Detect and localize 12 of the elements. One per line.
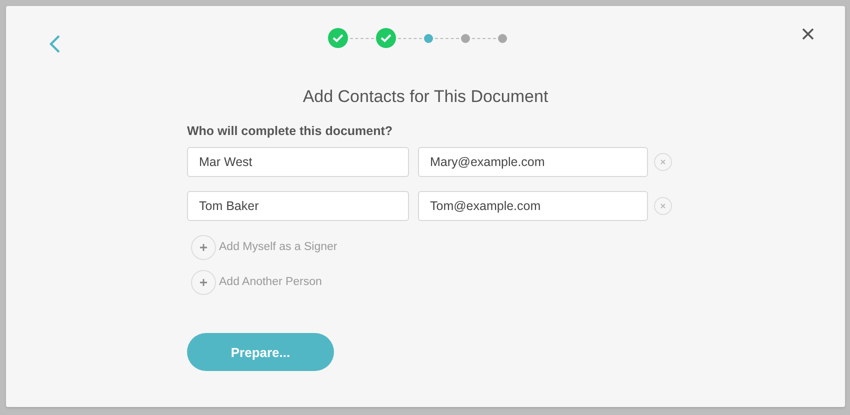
name-field[interactable]: Mar West: [187, 147, 409, 178]
plus-icon[interactable]: [191, 270, 216, 296]
remove-icon[interactable]: [654, 153, 672, 172]
back-icon[interactable]: [49, 35, 61, 53]
dialog-title: Add Contacts for This Document: [302, 86, 548, 108]
remove-icon[interactable]: [654, 197, 672, 216]
question-label: Who will complete this document?: [187, 122, 394, 140]
close-icon[interactable]: [802, 28, 814, 40]
email-field[interactable]: Mary@example.com: [418, 147, 648, 178]
name-field[interactable]: Tom Baker: [187, 191, 409, 222]
email-field[interactable]: Tom@example.com: [418, 191, 648, 222]
plus-icon[interactable]: [191, 235, 216, 260]
